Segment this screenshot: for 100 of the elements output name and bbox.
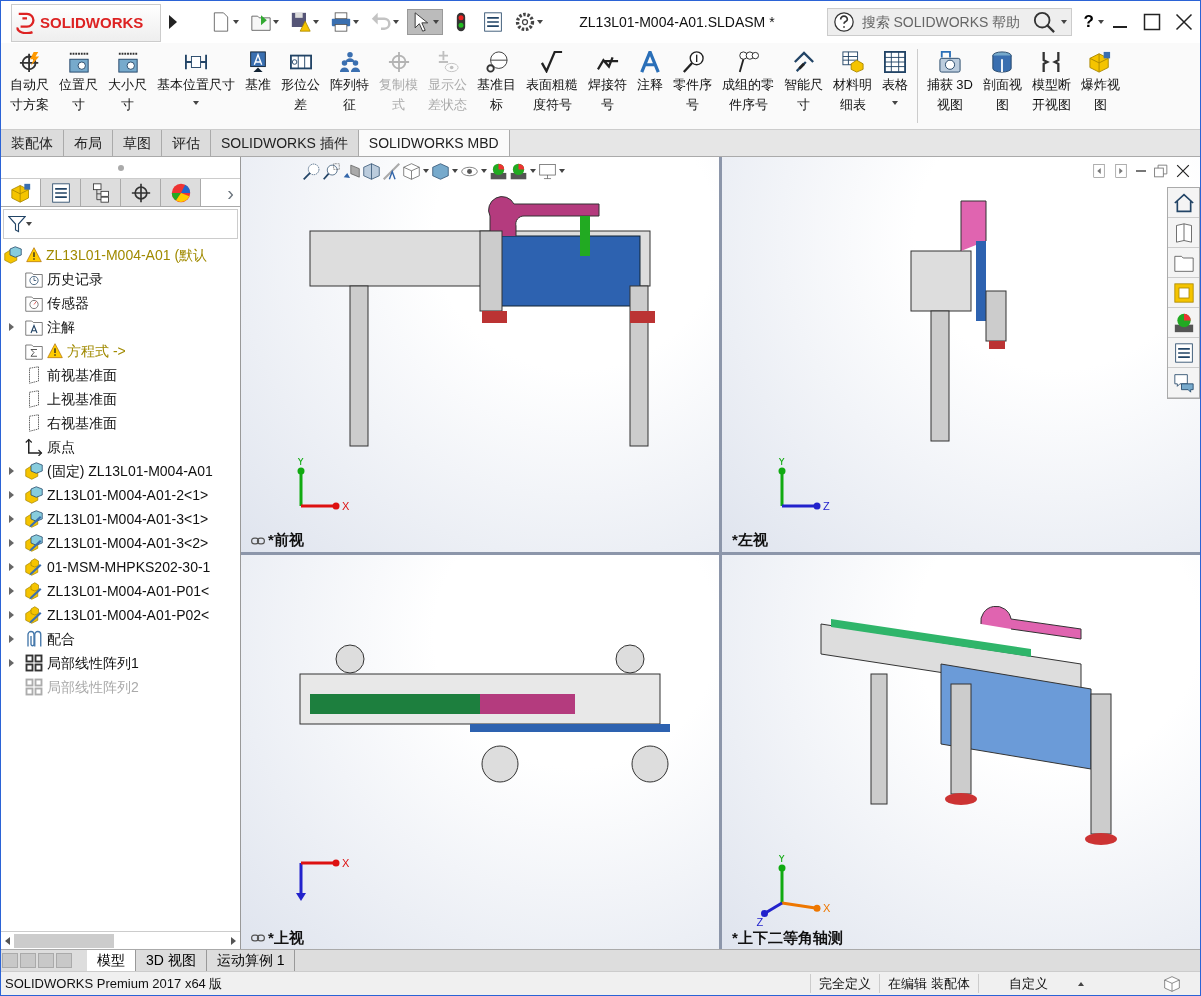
viewport[interactable]: Y X *前视 [241,157,719,552]
axis-label: Y [297,457,305,467]
command-button[interactable]: 模型断开视图 [1026,47,1076,129]
command-tab[interactable]: 布局 [64,130,113,156]
viewport-label: *前视 [268,530,304,551]
annotation-view-icon[interactable] [383,162,400,180]
balloon-icon [681,51,704,73]
close-icon[interactable] [1176,164,1190,178]
tree-item[interactable]: ZL13L01-M004-A01 (默认 [1,243,240,267]
document-icon [211,12,231,32]
command-button[interactable]: 爆炸视图 [1075,47,1125,129]
panel-tab[interactable] [121,179,161,206]
panel-tab[interactable] [161,179,201,206]
command-button[interactable]: 基准目标 [472,47,521,129]
toolbar-button[interactable] [407,9,443,35]
panel-tab[interactable] [81,179,121,206]
tree-item[interactable]: 传感器 [1,291,240,315]
tree-item[interactable]: ZL13L01-M004-A01-P01< [1,579,240,603]
zoom-fit-icon[interactable] [303,162,320,180]
tree-item[interactable]: 原点 [1,435,240,459]
more-tabs-button[interactable]: › [221,179,240,206]
viewport[interactable]: Y Z *左视 [722,157,1200,552]
tree-item[interactable]: 局部线性阵列1 [1,651,240,675]
axis-label: Y [778,855,786,864]
command-button[interactable]: 自动尺寸方案 [5,47,54,129]
display-style-icon[interactable] [432,162,449,180]
expand-arrow-icon[interactable] [169,15,177,29]
caret-icon [26,222,32,226]
folder-gauge-icon [25,294,43,312]
command-button[interactable]: 捕获 3D视图 [922,47,978,129]
tree-item[interactable]: ZL13L01-M004-A01-3<2> [1,531,240,555]
tree-item[interactable]: 注解 [1,315,240,339]
command-button[interactable]: 位置尺寸 [54,47,103,129]
caret-icon[interactable] [1078,981,1084,986]
command-tab[interactable]: 评估 [162,130,211,156]
command-tab[interactable]: 草图 [113,130,162,156]
hierarchy-icon [90,182,111,203]
help-button[interactable]: ? [1079,6,1098,38]
tree-item[interactable]: 方程式 -> [1,339,240,363]
pane-right-icon[interactable] [1114,164,1128,178]
pane-left-icon[interactable] [1092,164,1106,178]
restore-icon[interactable] [1154,164,1168,178]
previous-view-icon[interactable] [343,162,360,180]
command-button[interactable]: 基准 [240,47,276,129]
command-tab[interactable]: SOLIDWORKS MBD [358,130,510,156]
grip-icon[interactable] [117,164,124,171]
tree-item[interactable]: 历史记录 [1,267,240,291]
section-icon[interactable] [363,162,380,180]
command-button[interactable]: 智能尺寸 [779,47,828,129]
panel-tab[interactable] [41,179,81,206]
logo-icon [16,12,38,34]
command-button[interactable]: 表面粗糙度符号 [521,47,583,129]
assembly-icon [25,486,43,504]
search-bar[interactable]: 搜索 SOLIDWORKS 帮助 [826,8,1072,36]
tree-item[interactable]: ZL13L01-M004-A01-2<1> [1,483,240,507]
view-orientation-icon[interactable] [403,162,420,180]
command-button[interactable]: 形位公差 [276,47,325,129]
view-orientation-icon[interactable] [1164,975,1180,992]
scene-icon[interactable] [490,162,507,180]
viewport-label: *上视 [268,927,304,948]
viewport[interactable]: X *上视 [241,554,719,949]
search-icon[interactable] [1032,11,1055,33]
crosshair-icon [130,182,151,203]
caret-icon [537,20,543,24]
command-button[interactable]: 焊接符号 [583,47,632,129]
command-button[interactable]: 成组的零件序号 [717,47,779,129]
command-button[interactable]: 表格 [877,47,913,129]
caret-icon [233,20,239,24]
scroll-right-icon[interactable] [231,936,236,945]
tree-item[interactable]: (固定) ZL13L01-M004-A01 [1,459,240,483]
command-tab[interactable]: SOLIDWORKS 插件 [211,130,359,156]
tree-item[interactable]: ZL13L01-M004-A01-3<1> [1,507,240,531]
folder-clock-icon [25,270,43,288]
tree-item[interactable]: ZL13L01-M004-A01-P02< [1,603,240,627]
model-tab[interactable]: 模型 [87,950,136,971]
monitor-icon[interactable] [539,162,556,180]
link-icon [251,931,265,945]
command-button[interactable]: 零件序号 [668,47,717,129]
tree-item[interactable]: 前视基准面 [1,363,240,387]
command-tab[interactable]: 装配体 [1,130,64,156]
tree-item[interactable]: 上视基准面 [1,387,240,411]
tree-item[interactable]: 右视基准面 [1,411,240,435]
paperclip-icon [25,630,43,648]
command-button[interactable]: 基本位置尺寸 [152,47,240,129]
scene-icon[interactable] [510,162,527,180]
tree-item[interactable]: 01-MSM-MHPKS202-30-1 [1,555,240,579]
command-button[interactable]: 剖面视图 [977,47,1027,129]
command-button[interactable]: 注释 [632,47,668,129]
tree-item[interactable]: 配合 [1,627,240,651]
library-icon [1173,222,1194,243]
assembly-edit-icon [25,510,43,528]
zoom-box-icon[interactable] [323,162,340,180]
filter-field[interactable] [3,209,238,239]
command-button[interactable]: 材料明细表 [828,47,877,129]
status-text: SOLIDWORKS Premium 2017 x64 版 [4,974,223,993]
command-button[interactable]: 阵列特征 [325,47,374,129]
command-button[interactable]: 大小尺寸 [103,47,152,129]
eye-icon [436,51,459,73]
viewport[interactable]: Y X Z *上下二等角轴测 [722,554,1200,949]
scrollbar-thumb[interactable] [14,933,114,948]
